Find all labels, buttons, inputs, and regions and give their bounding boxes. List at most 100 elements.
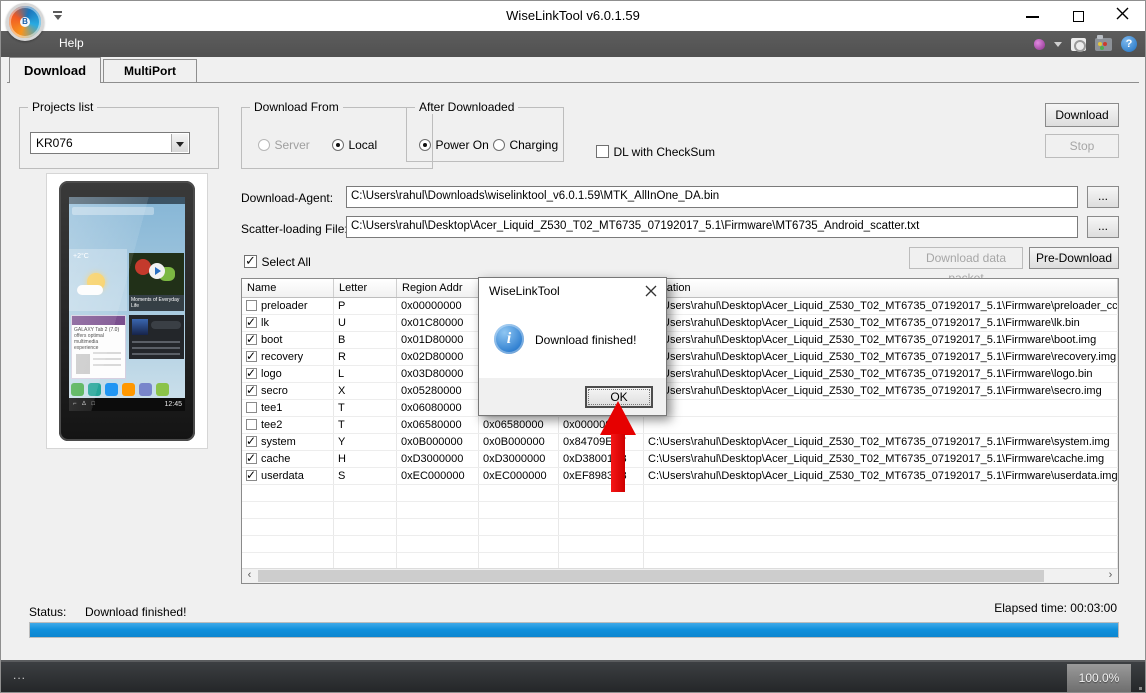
elapsed-time: Elapsed time: 00:03:00	[994, 601, 1117, 615]
resize-grip[interactable]	[1139, 687, 1142, 690]
title-bar: B WiseLinkTool v6.0.1.59	[1, 1, 1145, 31]
arrow-head	[600, 401, 636, 435]
status-value: Download finished!	[85, 605, 186, 619]
table-empty-row	[242, 485, 1118, 502]
table-row[interactable]: preloaderP0x00000000C:\Users\rahul\Deskt…	[242, 298, 1118, 315]
dl-checksum-label: DL with CheckSum	[613, 145, 715, 159]
dialog-title: WiseLinkTool	[489, 284, 560, 298]
table-empty-row	[242, 502, 1118, 519]
browse-agent-button[interactable]: ...	[1087, 186, 1119, 208]
radio-charging[interactable]	[493, 139, 505, 151]
tab-divider	[7, 82, 1139, 83]
table-empty-row	[242, 519, 1118, 536]
radio-server[interactable]	[258, 139, 270, 151]
partition-table-body: preloaderP0x00000000C:\Users\rahul\Deskt…	[242, 298, 1118, 570]
download-agent-input[interactable]: C:\Users\rahul\Downloads\wiselinktool_v6…	[346, 186, 1078, 208]
radio-charging-label: Charging	[509, 138, 558, 152]
annotation-arrow	[600, 401, 636, 493]
scroll-left-icon[interactable]: ‹	[242, 569, 257, 583]
zoom-level: 100.0%	[1067, 664, 1131, 692]
table-row[interactable]: cacheH0xD30000000xD30000000xD38001B8C:\U…	[242, 451, 1118, 468]
menu-help[interactable]: Help	[59, 36, 84, 50]
screenshot-icon[interactable]	[1095, 38, 1112, 51]
row-checkbox[interactable]	[246, 470, 257, 481]
app-logo-icon[interactable]: B	[6, 3, 44, 41]
progress-bar	[29, 622, 1119, 638]
phone-video-caption: Moments of Everyday Life	[129, 295, 184, 311]
table-empty-row	[242, 536, 1118, 553]
column-header-name[interactable]: Name	[242, 279, 334, 297]
close-button[interactable]	[1107, 7, 1137, 25]
row-checkbox[interactable]	[246, 300, 257, 311]
column-header-location[interactable]: Location	[644, 279, 1118, 297]
table-row[interactable]: logoL0x03D80000C:\Users\rahul\Desktop\Ac…	[242, 366, 1118, 383]
tab-multiport[interactable]: MultiPort	[103, 59, 197, 82]
dialog-message: Download finished!	[535, 333, 636, 347]
maximize-button[interactable]	[1063, 7, 1093, 25]
column-header-region-addr[interactable]: Region Addr	[397, 279, 479, 297]
radio-power-on[interactable]	[419, 139, 431, 151]
project-selected-value: KR076	[36, 136, 73, 150]
column-header-letter[interactable]: Letter	[334, 279, 397, 297]
scatter-file-label: Scatter-loading File:	[241, 222, 348, 236]
scroll-right-icon[interactable]: ›	[1103, 569, 1118, 583]
statusbar-ellipsis[interactable]: ...	[13, 668, 26, 682]
dl-checksum-checkbox[interactable]	[596, 145, 609, 158]
row-checkbox[interactable]	[246, 453, 257, 464]
download-button[interactable]: Download	[1045, 103, 1119, 127]
horizontal-scrollbar[interactable]: ‹ ›	[242, 568, 1118, 583]
row-checkbox[interactable]	[246, 368, 257, 379]
projects-groupbox: Projects list KR076	[19, 107, 219, 169]
radio-local[interactable]	[332, 139, 344, 151]
row-checkbox[interactable]	[246, 402, 257, 413]
row-checkbox[interactable]	[246, 351, 257, 362]
table-row[interactable]: recoveryR0x02D80000C:\Users\rahul\Deskto…	[242, 349, 1118, 366]
after-downloaded-label: After Downloaded	[415, 100, 518, 114]
table-row[interactable]: lkU0x01C80000C:\Users\rahul\Desktop\Acer…	[242, 315, 1118, 332]
info-icon: i	[494, 324, 524, 354]
tab-download[interactable]: Download	[9, 57, 101, 83]
download-data-packet-button[interactable]: Download data packet	[909, 247, 1023, 269]
pre-download-button[interactable]: Pre-Download	[1029, 247, 1119, 269]
preview-icon[interactable]	[1071, 38, 1086, 51]
download-agent-label: Download-Agent:	[241, 191, 333, 205]
scrollbar-thumb[interactable]	[258, 570, 1044, 582]
phone-news-headline: GALAXY Tab 2 (7.0) offers optimal multim…	[72, 325, 125, 353]
help-icon[interactable]: ?	[1121, 36, 1137, 52]
project-select[interactable]: KR076	[30, 132, 190, 154]
table-row[interactable]: systemY0x0B0000000x0B0000000x84709EB7C:\…	[242, 434, 1118, 451]
row-checkbox[interactable]	[246, 317, 257, 328]
bottom-status-bar: ... 100.0%	[1, 660, 1145, 693]
combo-dropdown-icon[interactable]	[171, 134, 188, 152]
minimize-button[interactable]	[1017, 7, 1047, 25]
projects-label: Projects list	[28, 100, 97, 114]
radio-server-label: Server	[274, 138, 309, 152]
row-checkbox[interactable]	[246, 419, 257, 430]
device-image: +2°C Moments of Everyday Life GALAXY Tab…	[59, 181, 195, 441]
plugin-icon[interactable]	[1034, 39, 1045, 50]
table-row[interactable]: secroX0x05280000C:\Users\rahul\Desktop\A…	[242, 383, 1118, 400]
row-checkbox[interactable]	[246, 385, 257, 396]
arrow-shaft	[611, 434, 625, 492]
chevron-down-icon[interactable]	[1054, 42, 1062, 47]
dialog-close-button[interactable]	[645, 284, 657, 296]
row-checkbox[interactable]	[246, 334, 257, 345]
table-row[interactable]: userdataS0xEC0000000xEC0000000xEF8983B8C…	[242, 468, 1118, 485]
phone-clock: 12:45	[164, 401, 182, 408]
table-row[interactable]: tee2T0x065800000x065800000x00000000	[242, 417, 1118, 434]
after-downloaded-groupbox: After Downloaded Power On Charging	[406, 107, 564, 162]
download-from-label: Download From	[250, 100, 343, 114]
table-row[interactable]: bootB0x01D80000C:\Users\rahul\Desktop\Ac…	[242, 332, 1118, 349]
stop-button[interactable]: Stop	[1045, 134, 1119, 158]
close-icon	[645, 285, 657, 297]
window-title: WiseLinkTool v6.0.1.59	[1, 8, 1145, 23]
scatter-file-input[interactable]: C:\Users\rahul\Desktop\Acer_Liquid_Z530_…	[346, 216, 1078, 238]
table-header-row: Name Letter Region Addr Begin Addr End A…	[242, 279, 1118, 298]
row-checkbox[interactable]	[246, 436, 257, 447]
browse-scatter-button[interactable]: ...	[1087, 216, 1119, 238]
app-window: B WiseLinkTool v6.0.1.59 Help ? Download…	[0, 0, 1146, 693]
device-preview-panel: +2°C Moments of Everyday Life GALAXY Tab…	[46, 173, 208, 449]
status-label: Status:	[29, 605, 66, 619]
table-row[interactable]: tee1T0x06080000	[242, 400, 1118, 417]
select-all-checkbox[interactable]	[244, 255, 257, 268]
